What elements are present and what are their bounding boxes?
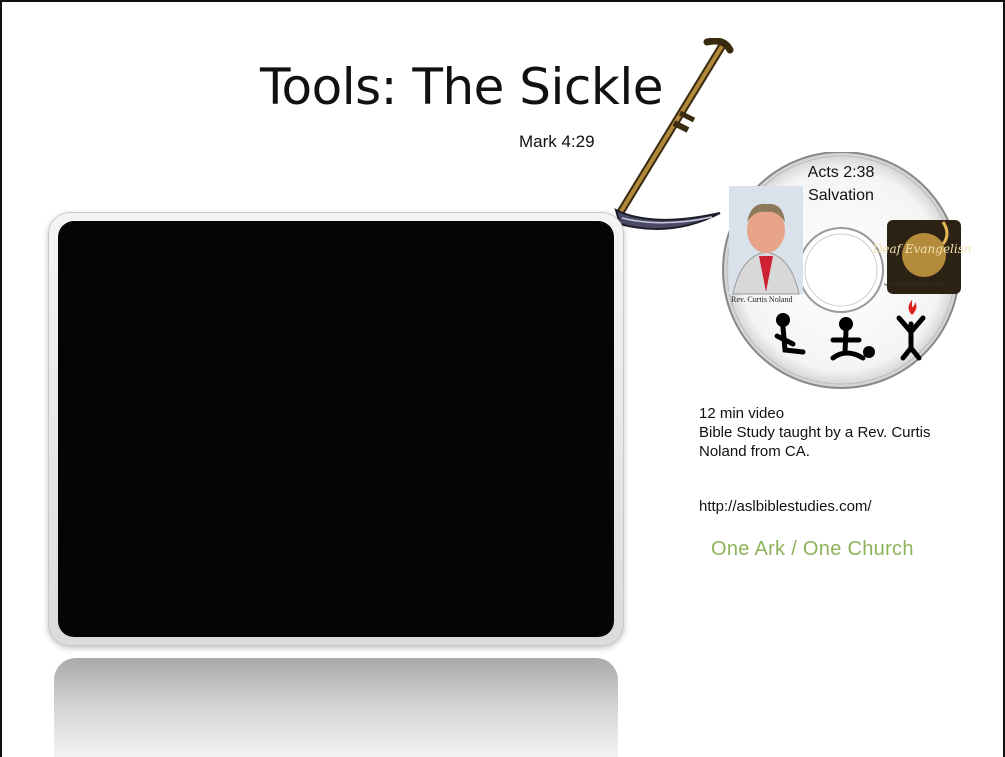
- slide: Tools: The Sickle Mark 4:29 Deaf Evangel…: [0, 0, 1005, 757]
- video-reflection: [54, 658, 618, 757]
- video-description: 12 min video Bible Study taught by a Rev…: [699, 404, 931, 461]
- website-link[interactable]: http://aslbiblestudies.com/: [699, 498, 872, 515]
- disc-title-line1: Acts 2:38: [807, 164, 875, 181]
- tagline: One Ark / One Church: [711, 538, 914, 560]
- dvd-disc-image: Deaf Evangelism Acts 2:38 Salvation Rev.…: [711, 152, 971, 392]
- disc-caption: Rev. Curtis Noland: [731, 295, 793, 304]
- video-screen[interactable]: [58, 221, 614, 637]
- logo-text: Deaf Evangelism: [872, 242, 971, 256]
- info-line: 12 min video: [699, 405, 785, 422]
- video-player[interactable]: [48, 212, 624, 646]
- info-line: Bible Study taught by a Rev. Curtis: [699, 424, 931, 441]
- disc-title-line2: Salvation: [808, 187, 874, 204]
- scripture-reference: Mark 4:29: [519, 132, 595, 151]
- info-line: Noland from CA.: [699, 443, 810, 460]
- disc-logo-url: www.deafevangelism.com: [884, 282, 946, 288]
